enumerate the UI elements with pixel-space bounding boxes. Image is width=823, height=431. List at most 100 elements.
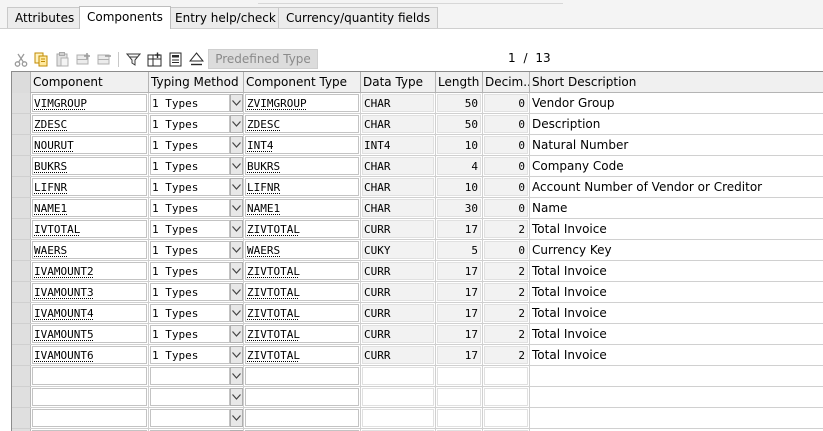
component-input[interactable]: ZDESC <box>32 115 147 133</box>
row-selector[interactable] <box>12 177 31 197</box>
component-type-input[interactable]: ZDESC <box>245 115 359 133</box>
chevron-down-icon[interactable] <box>230 388 243 406</box>
component-input[interactable]: VIMGROUP <box>32 94 147 112</box>
chevron-down-icon[interactable] <box>230 409 243 427</box>
typing-method-select[interactable]: 1 Types <box>150 199 230 217</box>
component-input[interactable]: IVAMOUNT5 <box>32 325 147 343</box>
component-input[interactable]: BUKRS <box>32 157 147 175</box>
component-type-input[interactable] <box>245 409 359 427</box>
typing-method-select[interactable] <box>150 388 230 406</box>
component-type-input[interactable] <box>245 367 359 385</box>
component-input[interactable] <box>32 409 147 427</box>
chevron-down-icon[interactable] <box>230 262 243 280</box>
chevron-down-icon[interactable] <box>230 115 243 133</box>
row-selector[interactable] <box>12 345 31 365</box>
details-icon[interactable] <box>166 50 185 69</box>
typing-method-select[interactable]: 1 Types <box>150 325 230 343</box>
component-type-input[interactable]: ZIVTOTAL <box>245 262 359 280</box>
insert-table-icon[interactable] <box>145 50 164 69</box>
component-input[interactable]: NOURUT <box>32 136 147 154</box>
select-all-cell[interactable] <box>12 72 31 93</box>
typing-method-select[interactable]: 1 Types <box>150 304 230 322</box>
delete-row-icon[interactable] <box>95 50 114 69</box>
typing-method-select[interactable] <box>150 409 230 427</box>
sort-icon[interactable] <box>187 50 206 69</box>
component-type-input[interactable]: LIFNR <box>245 178 359 196</box>
typing-method-select[interactable]: 1 Types <box>150 115 230 133</box>
typing-method-select[interactable]: 1 Types <box>150 157 230 175</box>
col-header-component[interactable]: Component <box>31 72 149 93</box>
row-selector[interactable] <box>12 240 31 260</box>
component-input[interactable]: LIFNR <box>32 178 147 196</box>
component-type-input[interactable]: ZVIMGROUP <box>245 94 359 112</box>
chevron-down-icon[interactable] <box>230 283 243 301</box>
row-selector[interactable] <box>12 135 31 155</box>
component-input[interactable]: NAME1 <box>32 199 147 217</box>
chevron-down-icon[interactable] <box>230 220 243 238</box>
component-input[interactable] <box>32 367 147 385</box>
component-input[interactable]: IVAMOUNT3 <box>32 283 147 301</box>
col-header-data-type[interactable]: Data Type <box>361 72 436 93</box>
row-selector[interactable] <box>12 156 31 176</box>
typing-method-select[interactable]: 1 Types <box>150 283 230 301</box>
chevron-down-icon[interactable] <box>230 367 243 385</box>
row-selector[interactable] <box>12 114 31 134</box>
col-header-decimals[interactable]: Decim... <box>483 72 530 93</box>
chevron-down-icon[interactable] <box>230 178 243 196</box>
chevron-down-icon[interactable] <box>230 325 243 343</box>
chevron-down-icon[interactable] <box>230 241 243 259</box>
component-type-input[interactable] <box>245 388 359 406</box>
typing-method-select[interactable] <box>150 367 230 385</box>
row-selector[interactable] <box>12 387 31 407</box>
col-header-short-description[interactable]: Short Description <box>530 72 823 93</box>
component-type-input[interactable]: ZIVTOTAL <box>245 283 359 301</box>
component-type-input[interactable]: ZIVTOTAL <box>245 304 359 322</box>
component-input[interactable]: IVAMOUNT4 <box>32 304 147 322</box>
component-type-input[interactable]: ZIVTOTAL <box>245 325 359 343</box>
row-selector[interactable] <box>12 303 31 323</box>
component-input[interactable] <box>32 388 147 406</box>
typing-method-select[interactable]: 1 Types <box>150 136 230 154</box>
chevron-down-icon[interactable] <box>230 304 243 322</box>
col-header-component-type[interactable]: Component Type <box>244 72 361 93</box>
row-selector[interactable] <box>12 324 31 344</box>
tab-components[interactable]: Components <box>79 6 171 29</box>
row-selector[interactable] <box>12 198 31 218</box>
tab-attributes[interactable]: Attributes <box>7 7 82 28</box>
component-type-input[interactable]: ZIVTOTAL <box>245 346 359 364</box>
component-input[interactable]: IVAMOUNT2 <box>32 262 147 280</box>
component-input[interactable]: IVAMOUNT6 <box>32 346 147 364</box>
tab-currency-quantity-fields[interactable]: Currency/quantity fields <box>278 7 438 28</box>
paste-icon[interactable] <box>53 50 72 69</box>
row-selector[interactable] <box>12 408 31 428</box>
col-header-length[interactable]: Length <box>436 72 483 93</box>
col-header-typing-method[interactable]: Typing Method <box>149 72 244 93</box>
chevron-down-icon[interactable] <box>230 136 243 154</box>
component-type-input[interactable]: NAME1 <box>245 199 359 217</box>
component-input[interactable]: WAERS <box>32 241 147 259</box>
filter-icon[interactable] <box>124 50 143 69</box>
typing-method-select[interactable]: 1 Types <box>150 346 230 364</box>
row-selector[interactable] <box>12 366 31 386</box>
chevron-down-icon[interactable] <box>230 94 243 112</box>
component-type-input[interactable]: INT4 <box>245 136 359 154</box>
insert-row-icon[interactable] <box>74 50 93 69</box>
row-selector[interactable] <box>12 93 31 113</box>
chevron-down-icon[interactable] <box>230 346 243 364</box>
component-type-input[interactable]: WAERS <box>245 241 359 259</box>
component-type-input[interactable]: BUKRS <box>245 157 359 175</box>
typing-method-select[interactable]: 1 Types <box>150 220 230 238</box>
row-selector[interactable] <box>12 282 31 302</box>
typing-method-select[interactable]: 1 Types <box>150 178 230 196</box>
row-selector[interactable] <box>12 219 31 239</box>
copy-icon[interactable] <box>32 50 51 69</box>
typing-method-select[interactable]: 1 Types <box>150 262 230 280</box>
typing-method-select[interactable]: 1 Types <box>150 94 230 112</box>
cut-icon[interactable] <box>11 50 30 69</box>
row-selector[interactable] <box>12 261 31 281</box>
typing-method-select[interactable]: 1 Types <box>150 241 230 259</box>
component-type-input[interactable]: ZIVTOTAL <box>245 220 359 238</box>
chevron-down-icon[interactable] <box>230 157 243 175</box>
predefined-type-button[interactable]: Predefined Type <box>208 49 318 69</box>
chevron-down-icon[interactable] <box>230 199 243 217</box>
